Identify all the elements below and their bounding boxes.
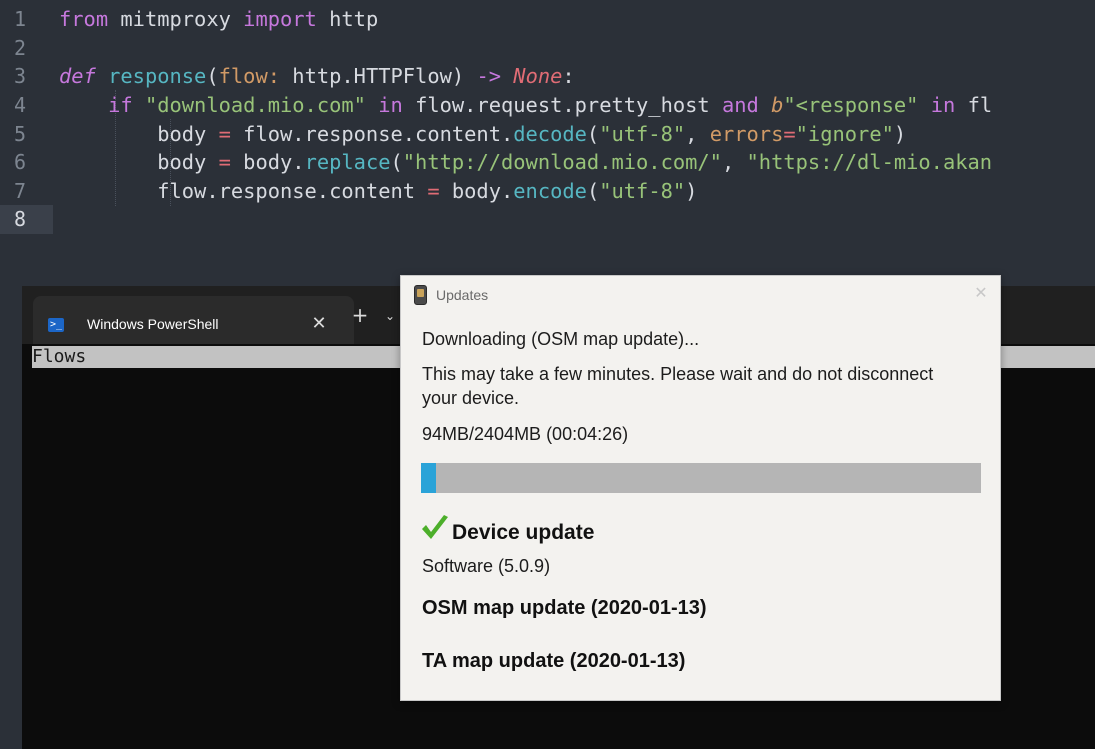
download-progress-bar — [421, 463, 981, 493]
line-number: 1 — [14, 7, 27, 31]
tab-windows-powershell[interactable]: >_ Windows PowerShell ✕ — [33, 296, 354, 344]
dialog-title: Updates — [436, 287, 489, 303]
line-number: 7 — [14, 179, 27, 203]
code-text: def response(flow: http.HTTPFlow) -> Non… — [59, 64, 575, 88]
new-tab-button[interactable]: + — [348, 303, 372, 327]
checkmark-icon — [422, 515, 448, 539]
code-line-2[interactable]: 2 — [0, 34, 1095, 63]
flows-label: Flows — [32, 346, 87, 367]
code-line-3[interactable]: 3 def response(flow: http.HTTPFlow) -> N… — [0, 62, 1095, 91]
code-line-5[interactable]: 5 body = flow.response.content.decode("u… — [0, 120, 1095, 149]
chevron-down-icon[interactable]: ⌄ — [385, 306, 399, 326]
device-update-heading: Device update — [452, 521, 595, 544]
line-number: 6 — [14, 150, 27, 174]
code-line-8[interactable]: 8 — [0, 205, 1095, 234]
line-number: 3 — [14, 64, 27, 88]
code-text: flow.response.content = body.encode("utf… — [157, 179, 698, 203]
code-editor[interactable]: 1 from mitmproxy import http 2 3 def res… — [0, 0, 1095, 260]
code-line-1[interactable]: 1 from mitmproxy import http — [0, 5, 1095, 34]
download-size: 94MB/2404MB (00:04:26) — [422, 424, 629, 444]
updates-dialog: Updates ✕ Downloading (OSM map update)..… — [400, 275, 1001, 701]
line-number: 2 — [14, 36, 27, 60]
code-text: body = flow.response.content.decode("utf… — [157, 122, 907, 146]
tab-title: Windows PowerShell — [87, 316, 219, 332]
tab-close-icon[interactable]: ✕ — [307, 312, 331, 336]
code-text: if "download.mio.com" in flow.request.pr… — [108, 93, 993, 117]
code-line-4[interactable]: 4 if "download.mio.com" in flow.request.… — [0, 91, 1095, 120]
software-version: Software (5.0.9) — [422, 556, 551, 576]
powershell-icon: >_ — [48, 318, 64, 332]
code-line-7[interactable]: 7 flow.response.content = body.encode("u… — [0, 177, 1095, 206]
info-message: This may take a few minutes. Please wait… — [422, 364, 934, 408]
code-text: from mitmproxy import http — [59, 7, 379, 31]
progress-fill — [421, 463, 437, 493]
line-number: 4 — [14, 93, 27, 117]
ta-map-update-heading: TA map update (2020-01-13) — [422, 650, 686, 672]
osm-map-update-heading: OSM map update (2020-01-13) — [422, 597, 707, 619]
code-text: body = body.replace("http://download.mio… — [157, 150, 993, 174]
close-icon[interactable]: ✕ — [970, 283, 992, 305]
code-line-6[interactable]: 6 body = body.replace("http://download.m… — [0, 148, 1095, 177]
line-number: 5 — [14, 122, 27, 146]
device-app-icon — [414, 285, 427, 305]
download-status: Downloading (OSM map update)... — [422, 329, 700, 349]
dialog-titlebar[interactable]: Updates ✕ — [401, 276, 1000, 312]
line-number: 8 — [0, 205, 53, 234]
